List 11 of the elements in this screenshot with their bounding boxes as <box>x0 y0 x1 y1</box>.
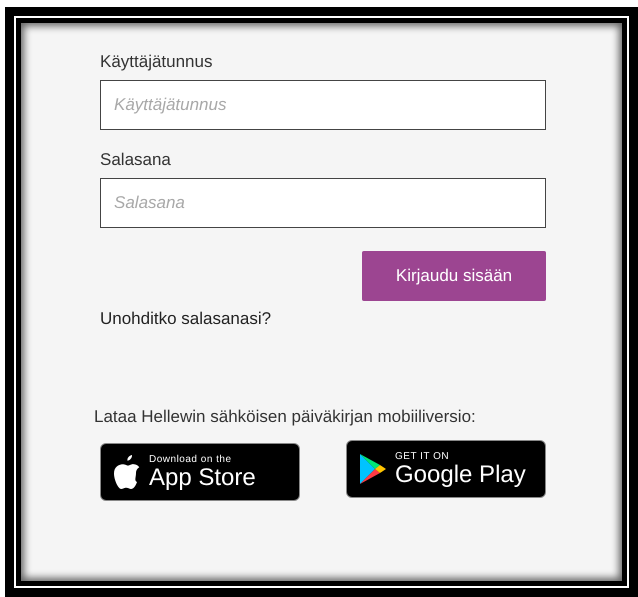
store-badge[interactable]: Download on the App Store <box>100 443 300 501</box>
apple-icon <box>113 455 141 489</box>
store-badge[interactable]: GET IT ON Google Play <box>346 440 546 498</box>
username-field[interactable]: Käyttäjätunnus <box>100 80 546 130</box>
forgot-password-link[interactable]: Unohditko salasanasi? <box>100 309 272 329</box>
play-triangle-icon <box>359 453 387 485</box>
login-button[interactable]: Kirjaudu sisään <box>362 251 546 301</box>
password-label: Salasana <box>100 150 172 170</box>
password-field[interactable]: Salasana <box>100 178 546 228</box>
username-label: Käyttäjätunnus <box>100 52 214 72</box>
download-text: Lataa Hellewin sähköisen päiväkirjan mobiiliversio: <box>94 407 477 427</box>
